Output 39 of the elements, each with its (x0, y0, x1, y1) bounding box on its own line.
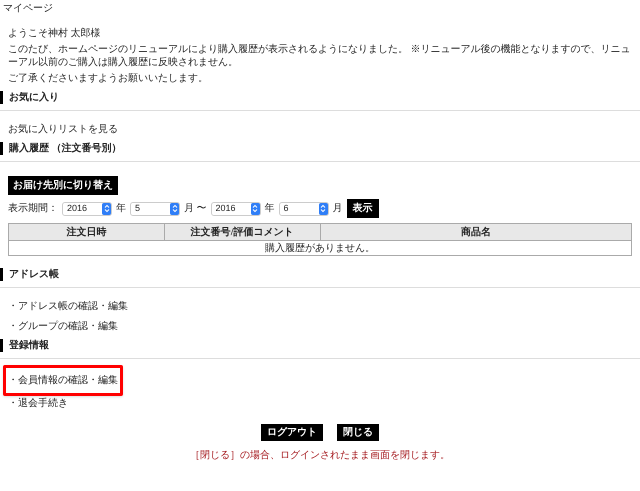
show-button[interactable]: 表示 (346, 199, 378, 218)
period-label: 月 〜 (184, 202, 206, 215)
section-heading: お気に入り (9, 91, 59, 104)
heading-bar (0, 268, 3, 281)
switch-button[interactable]: お届け先別に切り替え (8, 176, 118, 195)
section-link[interactable]: ・グループの確認・編集 (8, 320, 118, 333)
stepper-icon (318, 202, 328, 214)
greeting-text: ようこそ神村 太郎様 (8, 27, 102, 40)
stepper-icon (102, 202, 111, 214)
section-link[interactable]: お気に入りリストを見る (8, 123, 118, 136)
section-heading: 登録情報 (9, 339, 49, 352)
page-title: マイページ (2, 2, 54, 16)
period-select[interactable]: 5 (130, 202, 180, 216)
period-select[interactable]: 2016 (62, 202, 112, 216)
section-link[interactable]: ・アドレス帳の確認・編集 (8, 300, 128, 313)
period-label: 年 (116, 202, 126, 215)
notice-text: このたび、ホームページのリニューアルにより購入履歴が表示されるようになりました。 ※リニューアル後の機能となりますので、リニューアル以前のご購入は購入履歴に反映されません。 (8, 43, 632, 69)
period-label: 表示期間： (8, 202, 58, 215)
heading-bar (0, 339, 3, 352)
section-heading: アドレス帳 (9, 268, 59, 281)
column-header: 商品名 (320, 224, 632, 240)
stepper-icon (170, 202, 179, 214)
period-select[interactable]: 2016 (210, 202, 260, 216)
empty-message: 購入履歴がありません。 (8, 240, 632, 256)
period-label: 年 (264, 202, 274, 215)
stepper-icon (250, 202, 260, 214)
period-label: 月 (332, 202, 342, 215)
heading-bar (0, 91, 3, 104)
notice-text: ご了承くださいますようお願いいたします。 (8, 72, 209, 85)
heading-bar (0, 142, 3, 155)
footer-button[interactable]: ログアウト (261, 424, 323, 441)
period-select[interactable]: 6 (278, 202, 328, 216)
footer-note: ［閉じる］の場合、ログインされたまま画面を閉じます。 (189, 449, 451, 462)
footer-button[interactable]: 閉じる (337, 424, 379, 441)
section-link[interactable]: ・退会手続き (8, 397, 68, 410)
section-heading: 購入履歴 （注文番号別） (9, 142, 122, 155)
column-header: 注文番号/評価コメント (164, 224, 320, 240)
column-header: 注文日時 (8, 224, 164, 240)
section-link[interactable]: ・会員情報の確認・編集 (3, 365, 123, 396)
